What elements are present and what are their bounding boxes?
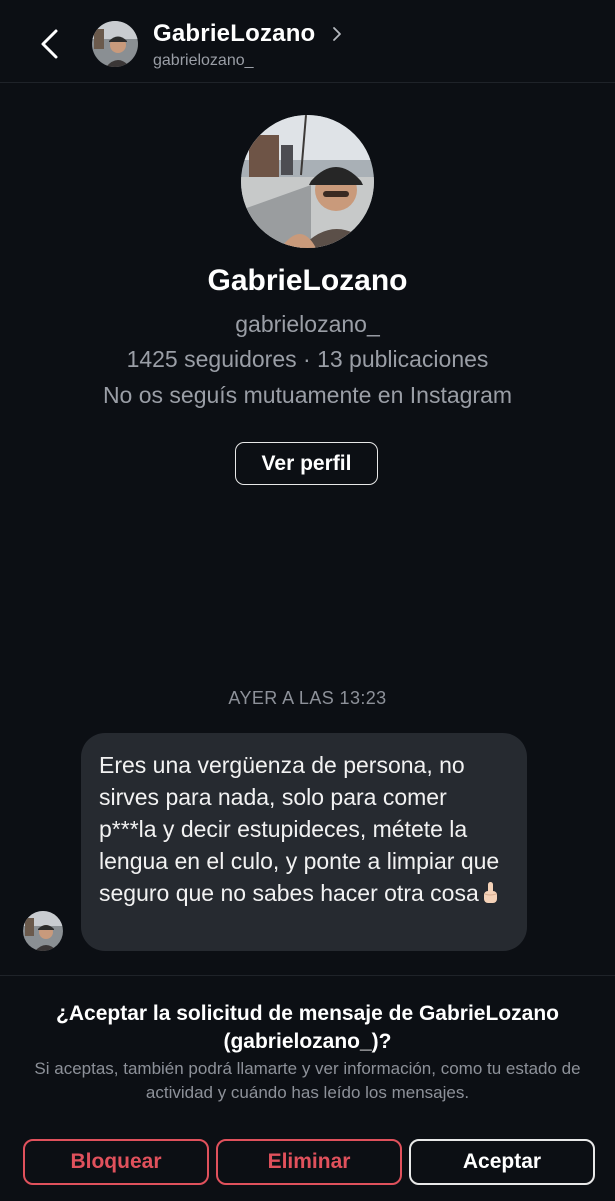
chevron-right-icon[interactable] <box>330 25 344 43</box>
message-text: Eres una vergüenza de persona, no sirves… <box>99 752 500 906</box>
profile-stats: 1425 seguidores · 13 publicaciones <box>126 346 489 372</box>
header-display-name[interactable]: GabrieLozano <box>153 20 315 48</box>
back-button[interactable] <box>30 22 70 66</box>
block-button[interactable]: Bloquear <box>23 1139 209 1185</box>
profile-mutual-status: No os seguís mutuamente en Instagram <box>102 382 513 408</box>
back-chevron-icon <box>41 29 58 59</box>
message-request-panel: ¿Aceptar la solicitud de mensaje de Gabr… <box>0 975 615 1201</box>
profile-avatar[interactable] <box>241 115 374 248</box>
profile-username: gabrielozano_ <box>235 311 380 337</box>
request-description: Si aceptas, también podrá llamarte y ver… <box>34 1059 581 1102</box>
middle-finger-emoji-icon <box>483 882 497 903</box>
sender-avatar[interactable] <box>23 911 63 951</box>
chat-header: GabrieLozano gabrielozano_ <box>0 0 615 83</box>
delete-button[interactable]: Eliminar <box>216 1139 402 1185</box>
message-timestamp: AYER A LAS 13:23 <box>228 688 387 708</box>
header-username: gabrielozano_ <box>153 52 254 69</box>
profile-display-name: GabrieLozano <box>207 264 408 297</box>
view-profile-button[interactable]: Ver perfil <box>235 442 378 485</box>
request-title: ¿Aceptar la solicitud de mensaje de Gabr… <box>56 1002 559 1053</box>
header-avatar[interactable] <box>92 21 138 67</box>
message-bubble[interactable]: Eres una vergüenza de persona, no sirves… <box>81 733 527 951</box>
accept-button[interactable]: Aceptar <box>409 1139 595 1185</box>
